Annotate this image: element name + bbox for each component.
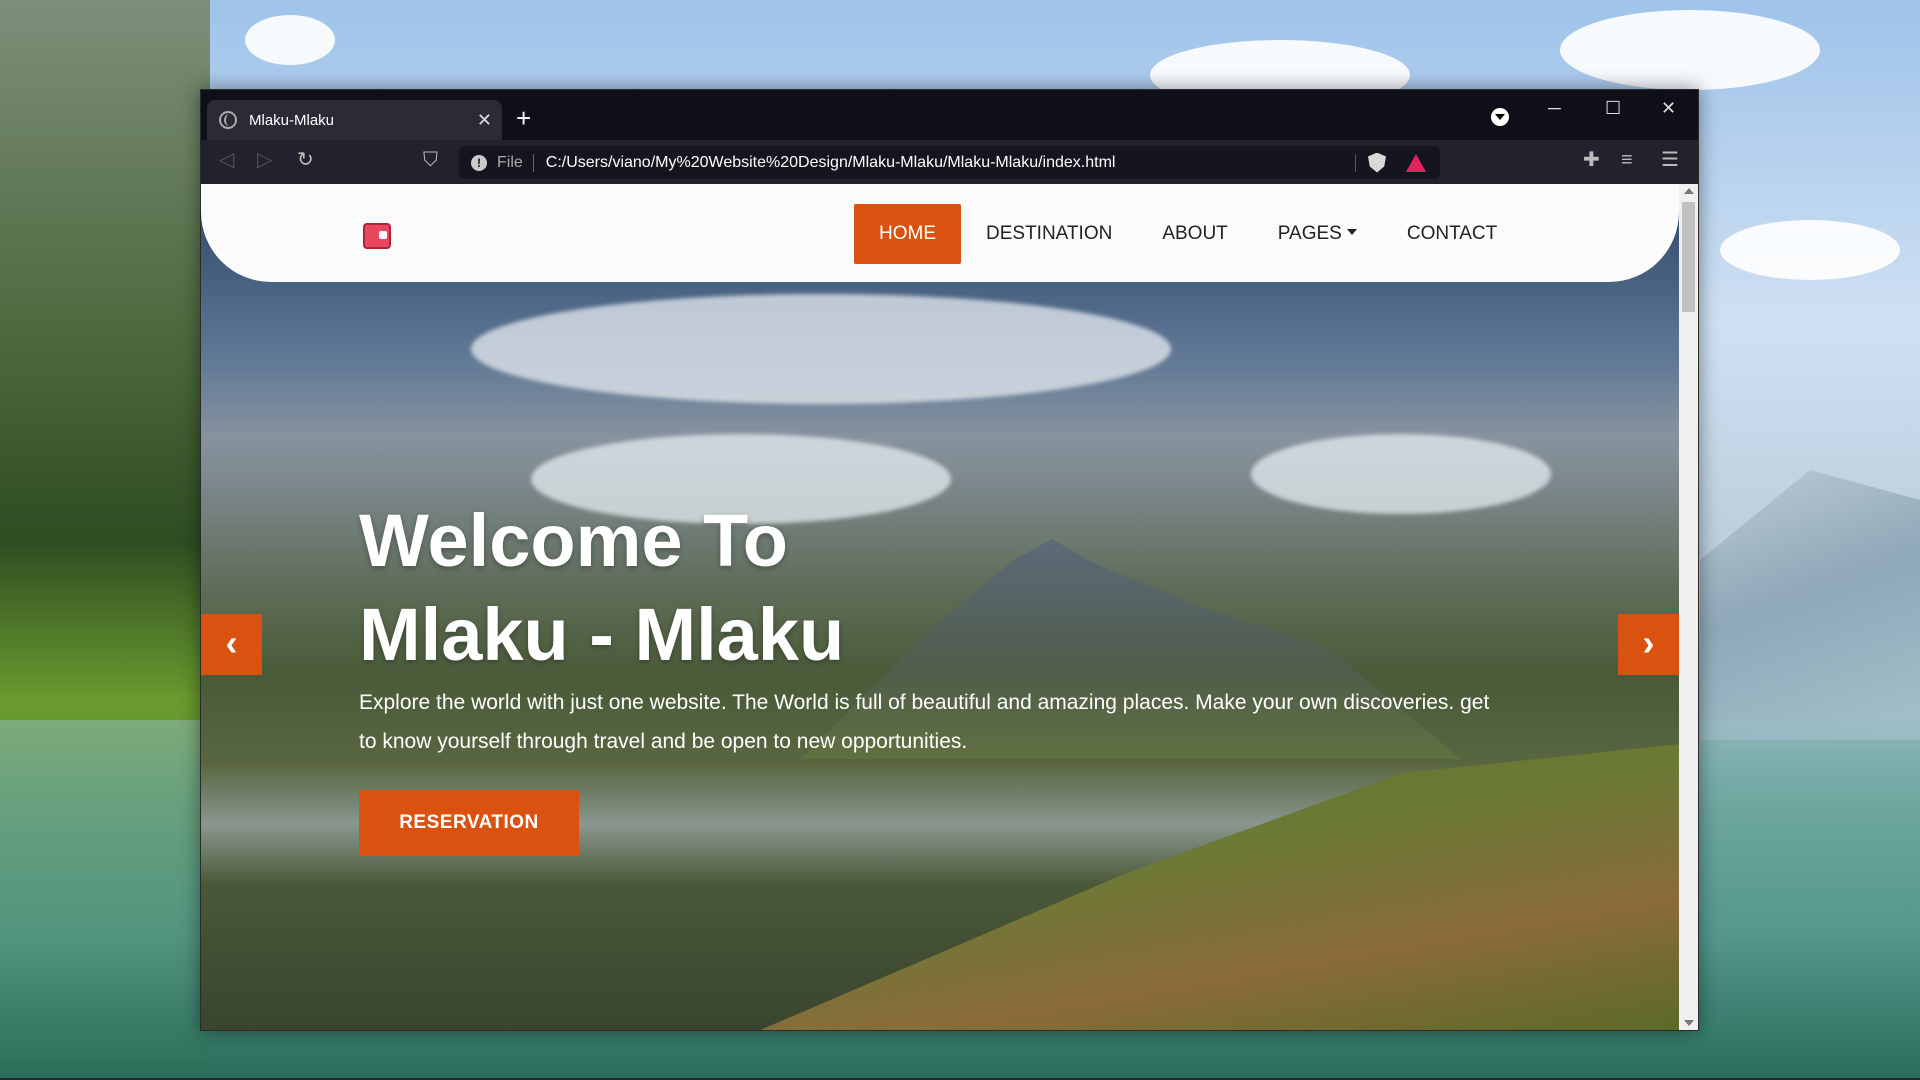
globe-icon [219,111,237,129]
browser-tab[interactable]: Mlaku-Mlaku ✕ [207,100,502,140]
url-end-separator [1355,153,1356,172]
tab-close-button[interactable]: ✕ [477,110,492,131]
extensions-icon[interactable]: ✚ [1583,150,1600,170]
nav-item-pages-label: PAGES [1277,223,1342,244]
tab-search-dropdown-icon[interactable] [1491,108,1509,126]
browser-toolbar: ◁ ▷ ↻ ⛉ ! File C:/Users/viano/My%20Websi… [201,140,1698,184]
scroll-up-icon[interactable] [1684,188,1694,194]
url-separator [532,153,534,172]
reload-icon[interactable]: ↻ [297,150,314,170]
address-bar[interactable]: ! File C:/Users/viano/My%20Website%20Des… [459,146,1440,179]
browser-window: Mlaku-Mlaku ✕ + ─ ☐ ✕ ◁ ▷ ↻ ⛉ ! File C:/… [200,89,1699,1031]
window-close-button[interactable]: ✕ [1661,98,1676,119]
playlist-icon[interactable]: ≡ [1621,150,1633,170]
hero-description: Explore the world with just one website.… [359,691,1490,753]
hero-title-line1: Welcome To [359,499,789,582]
nav-menu: HOME DESTINATION ABOUT PAGES CONTACT [854,204,1522,264]
brave-rewards-icon[interactable] [1406,153,1426,172]
scroll-down-icon[interactable] [1684,1020,1694,1026]
hero-cloud [471,294,1171,404]
page-viewport: HOME DESTINATION ABOUT PAGES CONTACT Wel… [201,184,1679,1030]
desktop-wallpaper-mountain-right [1700,470,1920,740]
hero-title: Welcome To Mlaku - Mlaku [359,494,1159,682]
bookmark-icon[interactable]: ⛉ [423,150,438,170]
desktop-cloud [1560,10,1820,90]
carousel-prev-button[interactable]: ‹ [201,614,262,675]
caret-down-icon [1346,228,1357,235]
carousel-next-button[interactable]: › [1618,614,1679,675]
scrollbar-thumb[interactable] [1682,202,1695,312]
tab-title: Mlaku-Mlaku [249,111,335,129]
brave-shield-icon[interactable] [1368,152,1386,173]
minimize-button[interactable]: ─ [1548,98,1561,119]
url-scheme: File [497,153,523,171]
info-icon[interactable]: ! [471,154,487,171]
desktop-cloud [245,15,335,65]
site-logo-icon[interactable] [363,223,391,249]
nav-item-pages[interactable]: PAGES [1253,204,1382,264]
nav-item-contact[interactable]: CONTACT [1382,204,1522,264]
url-text[interactable]: C:/Users/viano/My%20Website%20Design/Mla… [546,154,1355,172]
hero-cloud [1251,434,1551,514]
site-navbar: HOME DESTINATION ABOUT PAGES CONTACT [201,184,1679,282]
nav-item-about[interactable]: ABOUT [1137,204,1252,264]
back-icon[interactable]: ◁ [219,150,234,170]
page-scrollbar[interactable] [1679,184,1698,1030]
browser-titlebar: Mlaku-Mlaku ✕ + ─ ☐ ✕ [201,90,1698,140]
maximize-button[interactable]: ☐ [1605,98,1621,119]
nav-item-home[interactable]: HOME [854,204,961,264]
nav-item-destination[interactable]: DESTINATION [961,204,1137,264]
desktop-cloud [1720,220,1900,280]
hero-title-line2: Mlaku - Mlaku [359,593,845,676]
reservation-button[interactable]: RESERVATION [359,790,579,856]
new-tab-button[interactable]: + [516,105,531,131]
forward-icon[interactable]: ▷ [257,150,272,170]
menu-icon[interactable]: ☰ [1661,150,1679,170]
